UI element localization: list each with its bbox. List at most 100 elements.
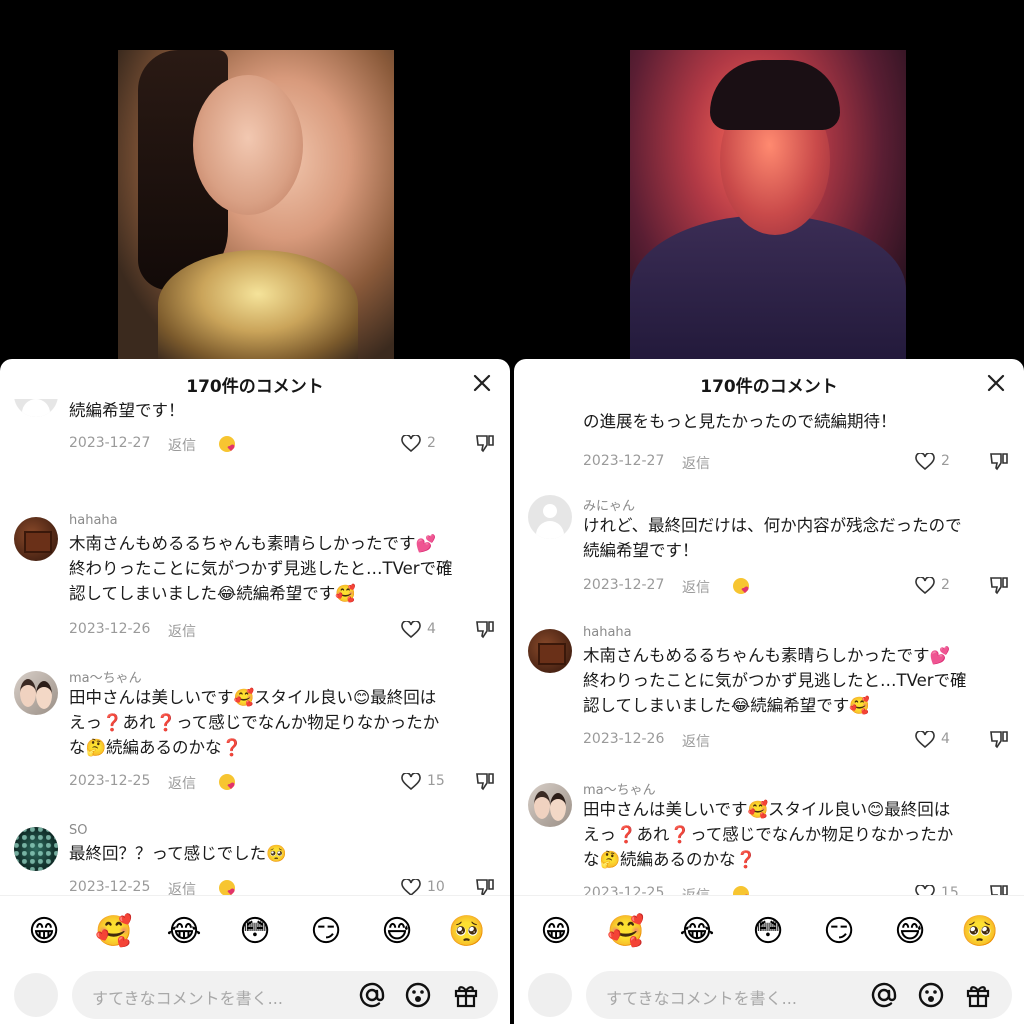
my-avatar bbox=[528, 973, 572, 1017]
comment-meta: 2023-12-25 返信 15 bbox=[583, 883, 1013, 895]
reaction-emoji-icon[interactable] bbox=[217, 771, 239, 793]
like-button[interactable]: 10 bbox=[401, 877, 449, 895]
like-count: 15 bbox=[427, 773, 445, 789]
comment-item: ma〜ちゃん 田中さんは美しいです🥰スタイル良い😊最終回は えっ❓あれ❓って感じ… bbox=[0, 667, 510, 807]
emoji-icon[interactable] bbox=[404, 981, 432, 1009]
avatar[interactable] bbox=[14, 827, 58, 871]
emoji-icon[interactable] bbox=[917, 981, 945, 1009]
reaction-emoji-icon[interactable] bbox=[217, 877, 239, 895]
video-frame[interactable] bbox=[630, 50, 906, 360]
comment-input-placeholder[interactable]: すてきなコメントを書く... bbox=[606, 985, 797, 1009]
like-button[interactable]: 2 bbox=[915, 451, 963, 473]
comment-list[interactable]: の進展をもっと見たかったので続編期待！ 2023-12-27 返信 2 みにゃん… bbox=[514, 399, 1024, 895]
comment-username[interactable]: ma〜ちゃん bbox=[583, 779, 656, 798]
reply-button[interactable]: 返信 bbox=[168, 435, 196, 455]
reply-button[interactable]: 返信 bbox=[682, 731, 710, 751]
gift-icon[interactable] bbox=[452, 981, 480, 1009]
comment-list[interactable]: けれど、最終回だけは、何か内容が残念だったので 続編希望です！ 2023-12-… bbox=[0, 399, 510, 895]
avatar[interactable] bbox=[528, 495, 572, 539]
avatar[interactable] bbox=[528, 783, 572, 827]
emoji-sweat-icon[interactable]: 😅 bbox=[377, 912, 417, 952]
comment-date: 2023-12-25 bbox=[69, 773, 151, 789]
emoji-flushed-icon[interactable]: 😳 bbox=[235, 912, 275, 952]
like-button[interactable]: 2 bbox=[915, 575, 963, 597]
dislike-icon[interactable] bbox=[989, 883, 1009, 895]
comment-input-row: すてきなコメントを書く... bbox=[0, 967, 510, 1024]
comment-date: 2023-12-27 bbox=[69, 435, 151, 451]
like-count: 2 bbox=[941, 453, 950, 469]
comment-date: 2023-12-26 bbox=[69, 621, 151, 637]
emoji-laugh-icon[interactable]: 😂 bbox=[677, 912, 717, 952]
comment-text: けれど、最終回だけは、何か内容が残念だったので 続編希望です！ bbox=[583, 516, 962, 560]
avatar[interactable] bbox=[14, 399, 58, 417]
comment-username[interactable]: hahaha bbox=[69, 513, 118, 528]
comment-text: けれど、最終回だけは、何か内容が残念だったので 続編希望です！ bbox=[69, 401, 185, 420]
dislike-icon[interactable] bbox=[475, 877, 495, 895]
emoji-love-icon[interactable]: 🥰 bbox=[94, 912, 134, 952]
comment-username[interactable]: SO bbox=[69, 823, 87, 838]
comment-text: の進展をもっと見たかったので続編期待！ bbox=[583, 412, 897, 431]
dislike-icon[interactable] bbox=[989, 575, 1009, 597]
like-button[interactable]: 4 bbox=[401, 619, 449, 641]
emoji-pleading-icon[interactable]: 🥺 bbox=[447, 912, 487, 952]
like-count: 4 bbox=[427, 621, 436, 637]
like-button[interactable]: 4 bbox=[915, 729, 963, 751]
reply-button[interactable]: 返信 bbox=[682, 577, 710, 597]
like-count: 10 bbox=[427, 879, 445, 895]
comment-meta: 2023-12-25 返信 15 bbox=[69, 771, 499, 793]
video-subject-shirt bbox=[630, 215, 906, 360]
emoji-sweat-icon[interactable]: 😅 bbox=[890, 912, 930, 952]
emoji-grin-icon[interactable]: 😁 bbox=[536, 912, 576, 952]
emoji-pleading-icon[interactable]: 🥺 bbox=[960, 912, 1000, 952]
emoji-laugh-icon[interactable]: 😂 bbox=[164, 912, 204, 952]
comment-meta: 2023-12-27 返信 2 bbox=[69, 433, 499, 455]
comment-meta: 2023-12-27 返信 2 bbox=[583, 575, 1013, 597]
comment-username[interactable]: hahaha bbox=[583, 625, 632, 640]
like-button[interactable]: 2 bbox=[401, 433, 449, 455]
video-subject-face bbox=[193, 75, 303, 215]
comment-meta: 2023-12-26 返信 4 bbox=[583, 729, 1013, 751]
emoji-love-icon[interactable]: 🥰 bbox=[606, 912, 646, 952]
emoji-smirk-icon[interactable]: 😏 bbox=[306, 912, 346, 952]
avatar[interactable] bbox=[14, 517, 58, 561]
comment-username[interactable]: ma〜ちゃん bbox=[69, 667, 142, 686]
like-button[interactable]: 15 bbox=[401, 771, 449, 793]
comment-username[interactable]: みにゃん bbox=[583, 495, 635, 514]
avatar[interactable] bbox=[14, 671, 58, 715]
comment-item: みにゃん けれど、最終回だけは、何か内容が残念だったので 続編希望です！ 202… bbox=[514, 495, 1024, 609]
emoji-smirk-icon[interactable]: 😏 bbox=[819, 912, 859, 952]
reaction-emoji-icon[interactable] bbox=[731, 575, 753, 597]
dislike-icon[interactable] bbox=[989, 451, 1009, 473]
avatar[interactable] bbox=[528, 629, 572, 673]
comment-input-row: すてきなコメントを書く... bbox=[514, 967, 1024, 1024]
comment-text: 田中さんは美しいです🥰スタイル良い😊最終回は えっ❓あれ❓って感じでなんか物足り… bbox=[583, 800, 954, 869]
comment-item: hahaha 木南さんもめるるちゃんも素晴らしかったです💕 終わりったことに気が… bbox=[514, 625, 1024, 765]
reply-button[interactable]: 返信 bbox=[168, 621, 196, 641]
dislike-icon[interactable] bbox=[475, 433, 495, 455]
dislike-icon[interactable] bbox=[475, 619, 495, 641]
reply-button[interactable]: 返信 bbox=[168, 773, 196, 793]
gift-icon[interactable] bbox=[964, 981, 992, 1009]
video-frame[interactable] bbox=[118, 50, 394, 360]
like-count: 2 bbox=[941, 577, 950, 593]
reply-button[interactable]: 返信 bbox=[168, 879, 196, 895]
emoji-grin-icon[interactable]: 😁 bbox=[24, 912, 64, 952]
emoji-flushed-icon[interactable]: 😳 bbox=[748, 912, 788, 952]
comment-input-placeholder[interactable]: すてきなコメントを書く... bbox=[92, 985, 283, 1009]
dislike-icon[interactable] bbox=[989, 729, 1009, 751]
comment-meta: 2023-12-27 返信 2 bbox=[583, 451, 1013, 473]
mention-icon[interactable] bbox=[358, 981, 386, 1009]
like-count: 15 bbox=[941, 885, 959, 895]
quick-emoji-bar: 😁 🥰 😂 😳 😏 😅 🥺 bbox=[0, 895, 510, 968]
video-subject-hair bbox=[710, 60, 840, 130]
mention-icon[interactable] bbox=[870, 981, 898, 1009]
reply-button[interactable]: 返信 bbox=[682, 885, 710, 895]
reaction-emoji-icon[interactable] bbox=[731, 883, 753, 895]
close-icon[interactable] bbox=[984, 371, 1008, 395]
reaction-emoji-icon[interactable] bbox=[217, 433, 239, 455]
close-icon[interactable] bbox=[470, 371, 494, 395]
like-button[interactable]: 15 bbox=[915, 883, 963, 895]
comment-item: ma〜ちゃん 田中さんは美しいです🥰スタイル良い😊最終回は えっ❓あれ❓って感じ… bbox=[514, 779, 1024, 895]
reply-button[interactable]: 返信 bbox=[682, 453, 710, 473]
dislike-icon[interactable] bbox=[475, 771, 495, 793]
